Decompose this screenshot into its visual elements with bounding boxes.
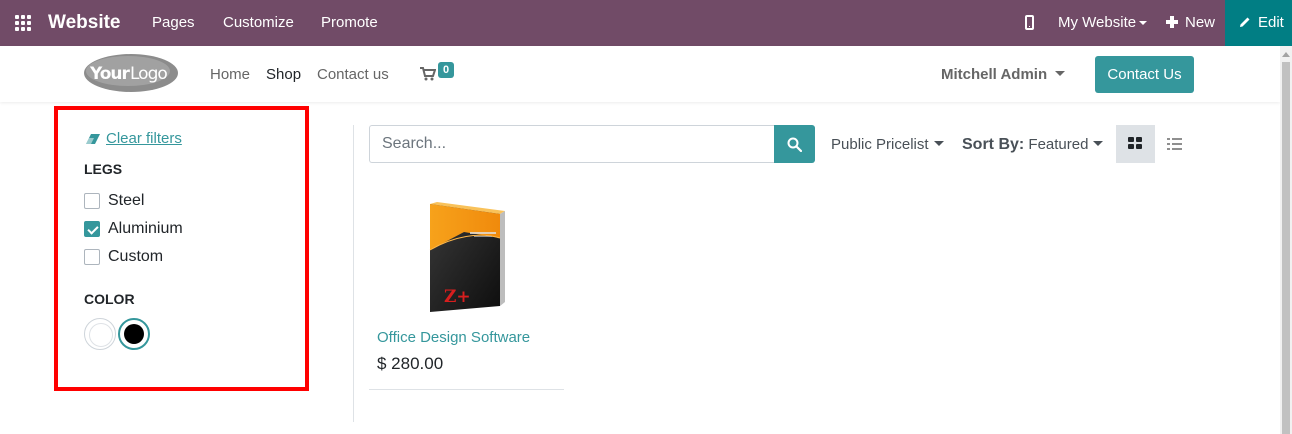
- menu-pages[interactable]: Pages: [152, 14, 195, 32]
- eraser-icon: [86, 134, 100, 144]
- chevron-down-icon: [1139, 21, 1148, 26]
- website-header: Your Logo Home Shop Contact us 0 Mitchel…: [0, 46, 1280, 102]
- product-box-label: Z+: [444, 287, 471, 307]
- website-selector[interactable]: My Website: [1058, 14, 1148, 32]
- svg-text:Logo: Logo: [130, 64, 167, 84]
- nav-home[interactable]: Home: [210, 66, 250, 84]
- page-scrollbar[interactable]: [1280, 46, 1292, 434]
- grid-view-icon: [1128, 137, 1143, 150]
- sort-by-dropdown[interactable]: Sort By: Featured: [962, 136, 1104, 154]
- product-name[interactable]: Office Design Software: [377, 329, 530, 347]
- checkbox-label-custom[interactable]: Custom: [108, 247, 163, 266]
- contact-us-button[interactable]: Contact Us: [1095, 56, 1194, 93]
- menu-customize[interactable]: Customize: [223, 14, 294, 32]
- scrollbar-thumb[interactable]: [1282, 62, 1290, 434]
- checkbox-label-aluminium[interactable]: Aluminium: [108, 219, 183, 238]
- chevron-down-icon: [933, 140, 944, 146]
- sort-by-label: Sort By:: [962, 136, 1025, 153]
- search-button[interactable]: [774, 125, 815, 163]
- pricelist-dropdown[interactable]: Public Pricelist: [831, 136, 944, 154]
- pricelist-label: Public Pricelist: [831, 136, 929, 153]
- nav-shop[interactable]: Shop: [266, 66, 301, 84]
- menu-promote[interactable]: Promote: [321, 14, 378, 32]
- pencil-icon: [1240, 17, 1250, 27]
- shopping-cart-icon[interactable]: [420, 67, 436, 81]
- chevron-down-icon: [1055, 70, 1066, 76]
- plus-icon[interactable]: [1166, 16, 1178, 28]
- legs-filter-title: LEGS: [84, 161, 123, 177]
- checkbox-custom[interactable]: [84, 249, 100, 265]
- admin-topbar: Website Pages Customize Promote My Websi…: [0, 0, 1292, 46]
- scroll-up-arrow-icon[interactable]: [1282, 52, 1290, 57]
- color-swatch-white[interactable]: [84, 318, 116, 350]
- apps-menu-icon[interactable]: [15, 15, 31, 31]
- site-logo[interactable]: Your Logo: [83, 53, 179, 93]
- sort-by-value: Featured: [1028, 136, 1089, 153]
- search-icon: [787, 137, 802, 152]
- clear-filters-label: Clear filters: [106, 130, 182, 147]
- mobile-preview-icon[interactable]: [1025, 15, 1034, 30]
- user-name: Mitchell Admin: [941, 66, 1048, 83]
- color-filter-title: COLOR: [84, 291, 135, 307]
- grid-view-button[interactable]: [1116, 125, 1155, 163]
- edit-label: Edit: [1258, 14, 1284, 31]
- new-button[interactable]: New: [1185, 14, 1215, 32]
- list-view-icon: [1167, 138, 1182, 150]
- checkbox-label-steel[interactable]: Steel: [108, 191, 144, 210]
- sidebar-divider: [353, 125, 354, 422]
- edit-button[interactable]: Edit: [1225, 0, 1292, 46]
- app-name[interactable]: Website: [48, 11, 121, 35]
- checkbox-aluminium[interactable]: [84, 221, 100, 237]
- color-swatch-black[interactable]: [118, 318, 150, 350]
- nav-contact-us[interactable]: Contact us: [317, 66, 389, 84]
- list-view-button[interactable]: [1155, 125, 1194, 163]
- checkbox-steel[interactable]: [84, 193, 100, 209]
- user-menu[interactable]: Mitchell Admin: [941, 66, 1066, 84]
- search-input[interactable]: [369, 125, 775, 163]
- chevron-down-icon: [1093, 140, 1104, 146]
- product-price: $ 280.00: [377, 354, 444, 373]
- website-selector-label: My Website: [1058, 14, 1137, 31]
- product-card[interactable]: Z+ Office Design Software $ 280.00: [369, 180, 564, 390]
- cart-count-badge: 0: [438, 62, 454, 78]
- svg-text:Your: Your: [89, 64, 131, 84]
